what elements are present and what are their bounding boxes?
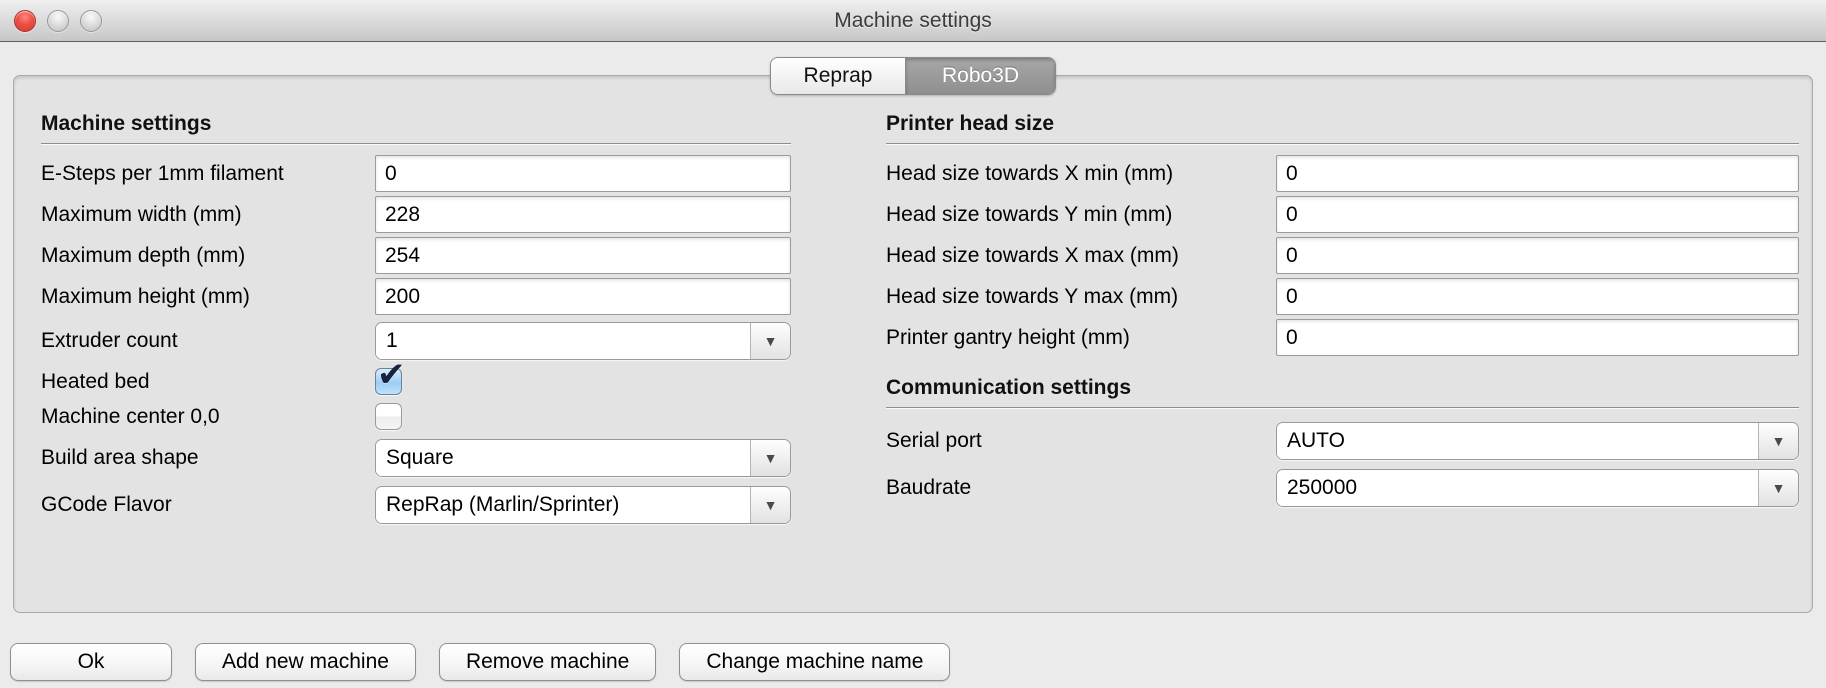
form-row-max-height: Maximum height (mm) [41,276,791,317]
title-bar: Machine settings [0,0,1826,42]
communication-settings-header: Communication settings [886,376,1799,408]
extruder-count-label: Extruder count [41,329,375,353]
dialog-buttons: Ok Add new machine Remove machine Change… [10,643,950,681]
chevron-down-icon: ▼ [1772,434,1786,448]
head-x-max-label: Head size towards X max (mm) [886,244,1276,268]
serial-port-select[interactable]: AUTO ▼ [1276,422,1799,460]
esteps-input[interactable] [375,155,791,192]
settings-panel: Machine settings E-Steps per 1mm filamen… [13,75,1813,613]
max-depth-input[interactable] [375,237,791,274]
extruder-count-value: 1 [376,323,750,359]
build-area-shape-select[interactable]: Square ▼ [375,439,791,477]
machine-center-label: Machine center 0,0 [41,405,375,429]
baudrate-select[interactable]: 250000 ▼ [1276,469,1799,507]
form-row-serial-port: Serial port AUTO ▼ [886,417,1799,464]
dropdown-arrow-button[interactable]: ▼ [1758,470,1798,506]
gantry-height-label: Printer gantry height (mm) [886,326,1276,350]
form-row-gantry-height: Printer gantry height (mm) [886,317,1799,358]
chevron-down-icon: ▼ [764,334,778,348]
dropdown-arrow-button[interactable]: ▼ [750,323,790,359]
dropdown-arrow-button[interactable]: ▼ [1758,423,1798,459]
head-x-min-input[interactable] [1276,155,1799,192]
heated-bed-label: Heated bed [41,370,375,394]
gantry-height-input[interactable] [1276,319,1799,356]
head-y-min-label: Head size towards Y min (mm) [886,203,1276,227]
max-width-input[interactable] [375,196,791,233]
baudrate-value: 250000 [1277,470,1758,506]
serial-port-label: Serial port [886,429,1276,453]
form-row-max-width: Maximum width (mm) [41,194,791,235]
head-y-max-input[interactable] [1276,278,1799,315]
form-row-head-x-max: Head size towards X max (mm) [886,235,1799,276]
gcode-flavor-value: RepRap (Marlin/Sprinter) [376,487,750,523]
machine-tabs: Reprap Robo3D [770,57,1056,95]
heated-bed-checkbox[interactable]: ✔ [375,368,402,395]
machine-settings-header: Machine settings [41,112,791,144]
checkmark-icon: ✔ [377,355,406,395]
machine-settings-section: Machine settings E-Steps per 1mm filamen… [41,112,791,528]
add-machine-button[interactable]: Add new machine [195,643,416,681]
form-row-build-area-shape: Build area shape Square ▼ [41,434,791,481]
dropdown-arrow-button[interactable]: ▼ [750,487,790,523]
max-width-label: Maximum width (mm) [41,203,375,227]
extruder-count-select[interactable]: 1 ▼ [375,322,791,360]
form-row-head-y-max: Head size towards Y max (mm) [886,276,1799,317]
machine-center-checkbox[interactable]: ✔ [375,403,402,430]
head-y-max-label: Head size towards Y max (mm) [886,285,1276,309]
build-area-shape-label: Build area shape [41,446,375,470]
head-y-min-input[interactable] [1276,196,1799,233]
form-row-heated-bed: Heated bed ✔ [41,364,791,399]
gcode-flavor-select[interactable]: RepRap (Marlin/Sprinter) ▼ [375,486,791,524]
remove-machine-button[interactable]: Remove machine [439,643,656,681]
build-area-shape-value: Square [376,440,750,476]
tab-reprap[interactable]: Reprap [771,58,905,94]
max-depth-label: Maximum depth (mm) [41,244,375,268]
form-row-gcode-flavor: GCode Flavor RepRap (Marlin/Sprinter) ▼ [41,481,791,528]
chevron-down-icon: ▼ [764,498,778,512]
form-row-baudrate: Baudrate 250000 ▼ [886,464,1799,511]
change-machine-name-button[interactable]: Change machine name [679,643,950,681]
max-height-input[interactable] [375,278,791,315]
head-x-max-input[interactable] [1276,237,1799,274]
chevron-down-icon: ▼ [1772,481,1786,495]
window-title: Machine settings [0,0,1826,42]
printer-head-size-header: Printer head size [886,112,1799,144]
gcode-flavor-label: GCode Flavor [41,493,375,517]
form-row-head-y-min: Head size towards Y min (mm) [886,194,1799,235]
esteps-label: E-Steps per 1mm filament [41,162,375,186]
ok-button[interactable]: Ok [10,643,172,681]
form-row-extruder-count: Extruder count 1 ▼ [41,317,791,364]
form-row-esteps: E-Steps per 1mm filament [41,153,791,194]
tab-robo3d[interactable]: Robo3D [905,58,1055,94]
chevron-down-icon: ▼ [764,451,778,465]
head-x-min-label: Head size towards X min (mm) [886,162,1276,186]
form-row-max-depth: Maximum depth (mm) [41,235,791,276]
max-height-label: Maximum height (mm) [41,285,375,309]
right-column: Printer head size Head size towards X mi… [886,112,1799,528]
form-row-machine-center: Machine center 0,0 ✔ [41,399,791,434]
baudrate-label: Baudrate [886,476,1276,500]
form-row-head-x-min: Head size towards X min (mm) [886,153,1799,194]
serial-port-value: AUTO [1277,423,1758,459]
dropdown-arrow-button[interactable]: ▼ [750,440,790,476]
